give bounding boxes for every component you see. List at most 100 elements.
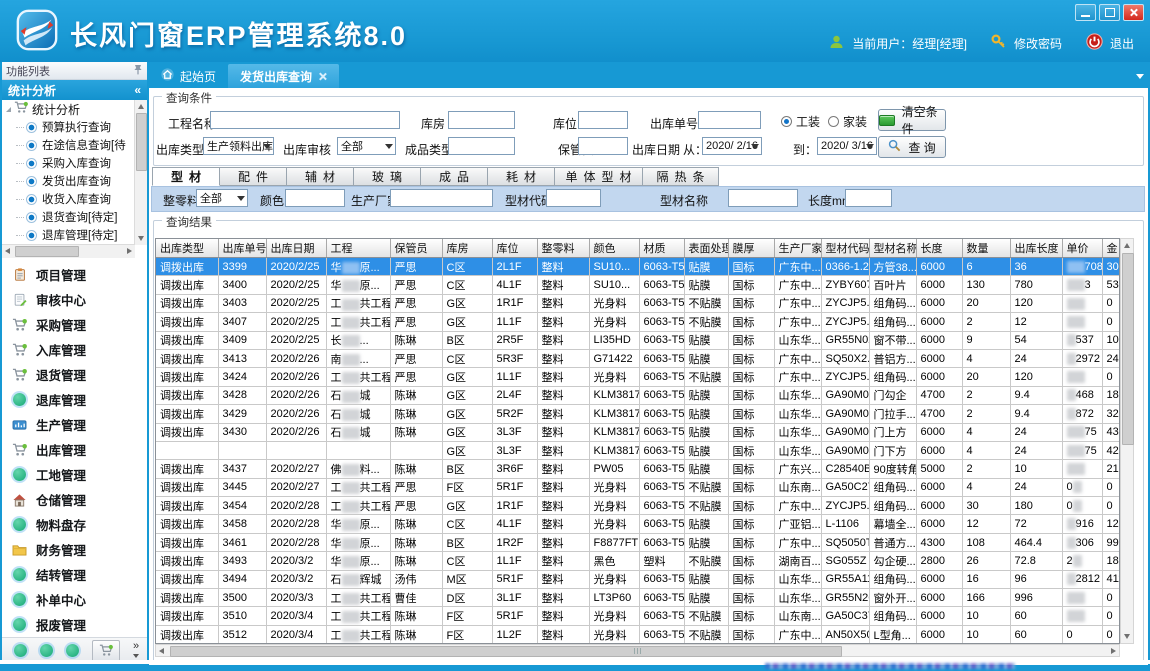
close-tab-icon[interactable] — [318, 72, 327, 81]
table-row[interactable]: 调拨出库35122020/3/4工共工程陈琳F区1L2F整料光身料6063-T5… — [156, 625, 1120, 643]
color-input[interactable] — [285, 189, 345, 207]
tree-vertical-scrollbar[interactable] — [134, 100, 147, 245]
sidebar-menu-item[interactable]: 出库管理 — [2, 437, 147, 462]
column-header[interactable]: 出库长度 — [1010, 239, 1062, 258]
table-row[interactable]: 调拨出库34372020/2/27佛料...陈琳B区3R6F整料PW056063… — [156, 460, 1120, 478]
module-dot-icon[interactable] — [66, 644, 79, 657]
change-password-link[interactable]: 修改密码 — [1014, 35, 1062, 52]
tree-item[interactable]: 退货查询[待定] — [2, 208, 147, 226]
collapse-icon[interactable]: « — [134, 83, 141, 97]
sidebar-menu-item[interactable]: 项目管理 — [2, 262, 147, 287]
sidebar-menu-item[interactable]: 物料盘存 — [2, 512, 147, 537]
material-tab[interactable]: 隔热条 — [643, 167, 719, 186]
module-dot-icon[interactable] — [14, 644, 27, 657]
sidebar-menu-item[interactable]: 补单中心 — [2, 587, 147, 612]
product-type-input[interactable] — [448, 137, 515, 155]
sidebar-menu-item[interactable]: 审核中心 — [2, 287, 147, 312]
tab-start-page[interactable]: 起始页 — [149, 64, 228, 88]
tree-item[interactable]: 预算执行查询 — [2, 118, 147, 136]
column-header[interactable]: 整零料 — [537, 239, 589, 258]
profile-code-input[interactable] — [546, 189, 601, 207]
logout-link[interactable]: 退出 — [1110, 35, 1134, 52]
table-row[interactable]: 调拨出库35102020/3/4工共工程陈琳F区5R1F整料光身料6063-T5… — [156, 607, 1120, 625]
tab-shipping-outbound-query[interactable]: 发货出库查询 — [228, 64, 339, 88]
sidebar-menu-item[interactable]: 退货管理 — [2, 362, 147, 387]
table-row[interactable]: 调拨出库34942020/3/2石辉城汤伟M区5R1F整料光身料6063-T5贴… — [156, 570, 1120, 588]
sidebar-menu-item[interactable]: 采购管理 — [2, 312, 147, 337]
length-input[interactable] — [845, 189, 892, 207]
table-row[interactable]: 调拨出库34242020/2/26工共工程严思G区1L1F整料光身料6063-T… — [156, 368, 1120, 386]
sidebar-menu-item[interactable]: 工地管理 — [2, 462, 147, 487]
table-row[interactable]: 调拨出库34072020/2/25工共工程严思G区1L1F整料光身料6063-T… — [156, 313, 1120, 331]
column-header[interactable]: 出库类型 — [156, 239, 218, 258]
column-header[interactable]: 工程 — [326, 239, 390, 258]
table-row[interactable]: 调拨出库35002020/3/3工共工程曹佳D区3L1F整料LT3P606063… — [156, 589, 1120, 607]
table-row[interactable]: 调拨出库34292020/2/26石城陈琳G区5R2F整料KLM38176063… — [156, 405, 1120, 423]
material-tab[interactable]: 型材 — [152, 167, 220, 186]
table-row[interactable]: 调拨出库34032020/2/25工共工程严思G区1R1F整料光身料6063-T… — [156, 294, 1120, 312]
column-header[interactable]: 生产厂家 — [774, 239, 821, 258]
radio-jiazhuang[interactable]: 家装 — [828, 113, 867, 130]
column-header[interactable]: 出库日期 — [266, 239, 326, 258]
clear-conditions-button[interactable]: 清空条件 — [878, 109, 946, 131]
column-header[interactable]: 材质 — [639, 239, 684, 258]
table-row[interactable]: 调拨出库33992020/2/25华原...严思C区2L1F整料SU10...6… — [156, 258, 1120, 276]
close-button[interactable] — [1123, 4, 1144, 21]
table-row[interactable]: 调拨出库34612020/2/28华原...陈琳B区1R2F整料F8877FT6… — [156, 533, 1120, 551]
column-header[interactable]: 库位 — [492, 239, 537, 258]
table-row[interactable]: 调拨出库34542020/2/28工共工程严思G区1R1F整料光身料6063-T… — [156, 497, 1120, 515]
table-row[interactable]: 调拨出库34002020/2/25华原...严思C区4L1F整料SU10...6… — [156, 276, 1120, 294]
tab-list-dropdown-icon[interactable] — [1136, 74, 1144, 79]
date-to-picker[interactable]: 2020/ 3/16 — [817, 137, 877, 155]
results-horizontal-scrollbar[interactable] — [155, 644, 1120, 657]
radio-gongzhuang[interactable]: 工装 — [781, 113, 820, 130]
table-row[interactable]: G区3L3F整料KLM38176063-T5贴膜国标山东华...GA90M09.… — [156, 441, 1120, 459]
table-row[interactable]: 调拨出库34582020/2/28华原...陈琳C区4L1F整料光身料6063-… — [156, 515, 1120, 533]
sidebar-group-header[interactable]: 统计分析 « — [2, 80, 147, 100]
column-header[interactable]: 单价 — [1062, 239, 1102, 258]
column-header[interactable]: 膜厚 — [728, 239, 774, 258]
tree-item[interactable]: 采购入库查询 — [2, 154, 147, 172]
column-header[interactable]: 型材代码 — [821, 239, 869, 258]
table-row[interactable]: 调拨出库34302020/2/26石城陈琳G区3L3F整料KLM38176063… — [156, 423, 1120, 441]
column-header[interactable]: 库房 — [442, 239, 492, 258]
tree-item[interactable]: 收货入库查询 — [2, 190, 147, 208]
project-name-input[interactable] — [210, 111, 400, 129]
sidebar-menu-item[interactable]: 报废管理 — [2, 612, 147, 637]
sidebar-menu-item[interactable]: 生产管理 — [2, 412, 147, 437]
sidebar-menu-item[interactable]: 财务管理 — [2, 537, 147, 562]
warehouse-input[interactable] — [448, 111, 515, 129]
material-tab[interactable]: 辅材 — [287, 167, 354, 186]
tree-item[interactable]: 在途信息查询[待 — [2, 136, 147, 154]
table-row[interactable]: 调拨出库34132020/2/26南...严思C区5R3F整料G71422606… — [156, 349, 1120, 367]
module-dot-icon[interactable] — [40, 644, 53, 657]
minimize-button[interactable] — [1075, 4, 1096, 21]
column-header[interactable]: 保管员 — [390, 239, 442, 258]
audit-select[interactable]: 全部 — [337, 137, 396, 155]
sidebar-menu-item[interactable]: 结转管理 — [2, 562, 147, 587]
table-row[interactable]: 调拨出库34092020/2/25长...陈琳B区2R5F整料LI35HD606… — [156, 331, 1120, 349]
tree-item[interactable]: 退库管理[待定] — [2, 226, 147, 244]
column-header[interactable]: 出库单号 — [218, 239, 266, 258]
column-header[interactable]: 长度 — [916, 239, 962, 258]
cart-toolbar-button[interactable] — [92, 640, 120, 662]
sidebar-menu-item[interactable]: 退库管理 — [2, 387, 147, 412]
whole-part-select[interactable]: 全部 — [196, 189, 248, 207]
outbound-type-select[interactable]: 生产领料出库 — [203, 137, 274, 155]
search-button[interactable]: 查 询 — [878, 136, 946, 158]
material-tab[interactable]: 成品 — [421, 167, 488, 186]
profile-name-input[interactable] — [728, 189, 798, 207]
material-tab[interactable]: 单体型材 — [555, 167, 643, 186]
sidebar-menu-item[interactable]: 仓储管理 — [2, 487, 147, 512]
column-header[interactable]: 数量 — [962, 239, 1010, 258]
tree-expander-icon[interactable] — [6, 107, 11, 112]
order-no-input[interactable] — [698, 111, 761, 129]
material-tab[interactable]: 玻璃 — [354, 167, 421, 186]
column-header[interactable]: 表面处理 — [684, 239, 728, 258]
column-header[interactable]: 颜色 — [589, 239, 639, 258]
sidebar-menu-item[interactable]: 入库管理 — [2, 337, 147, 362]
location-input[interactable] — [578, 111, 628, 129]
material-tab[interactable]: 耗材 — [488, 167, 555, 186]
tree-horizontal-scrollbar[interactable] — [2, 244, 135, 258]
table-row[interactable]: 调拨出库34452020/2/27工共工程严思F区5R1F整料光身料6063-T… — [156, 478, 1120, 496]
